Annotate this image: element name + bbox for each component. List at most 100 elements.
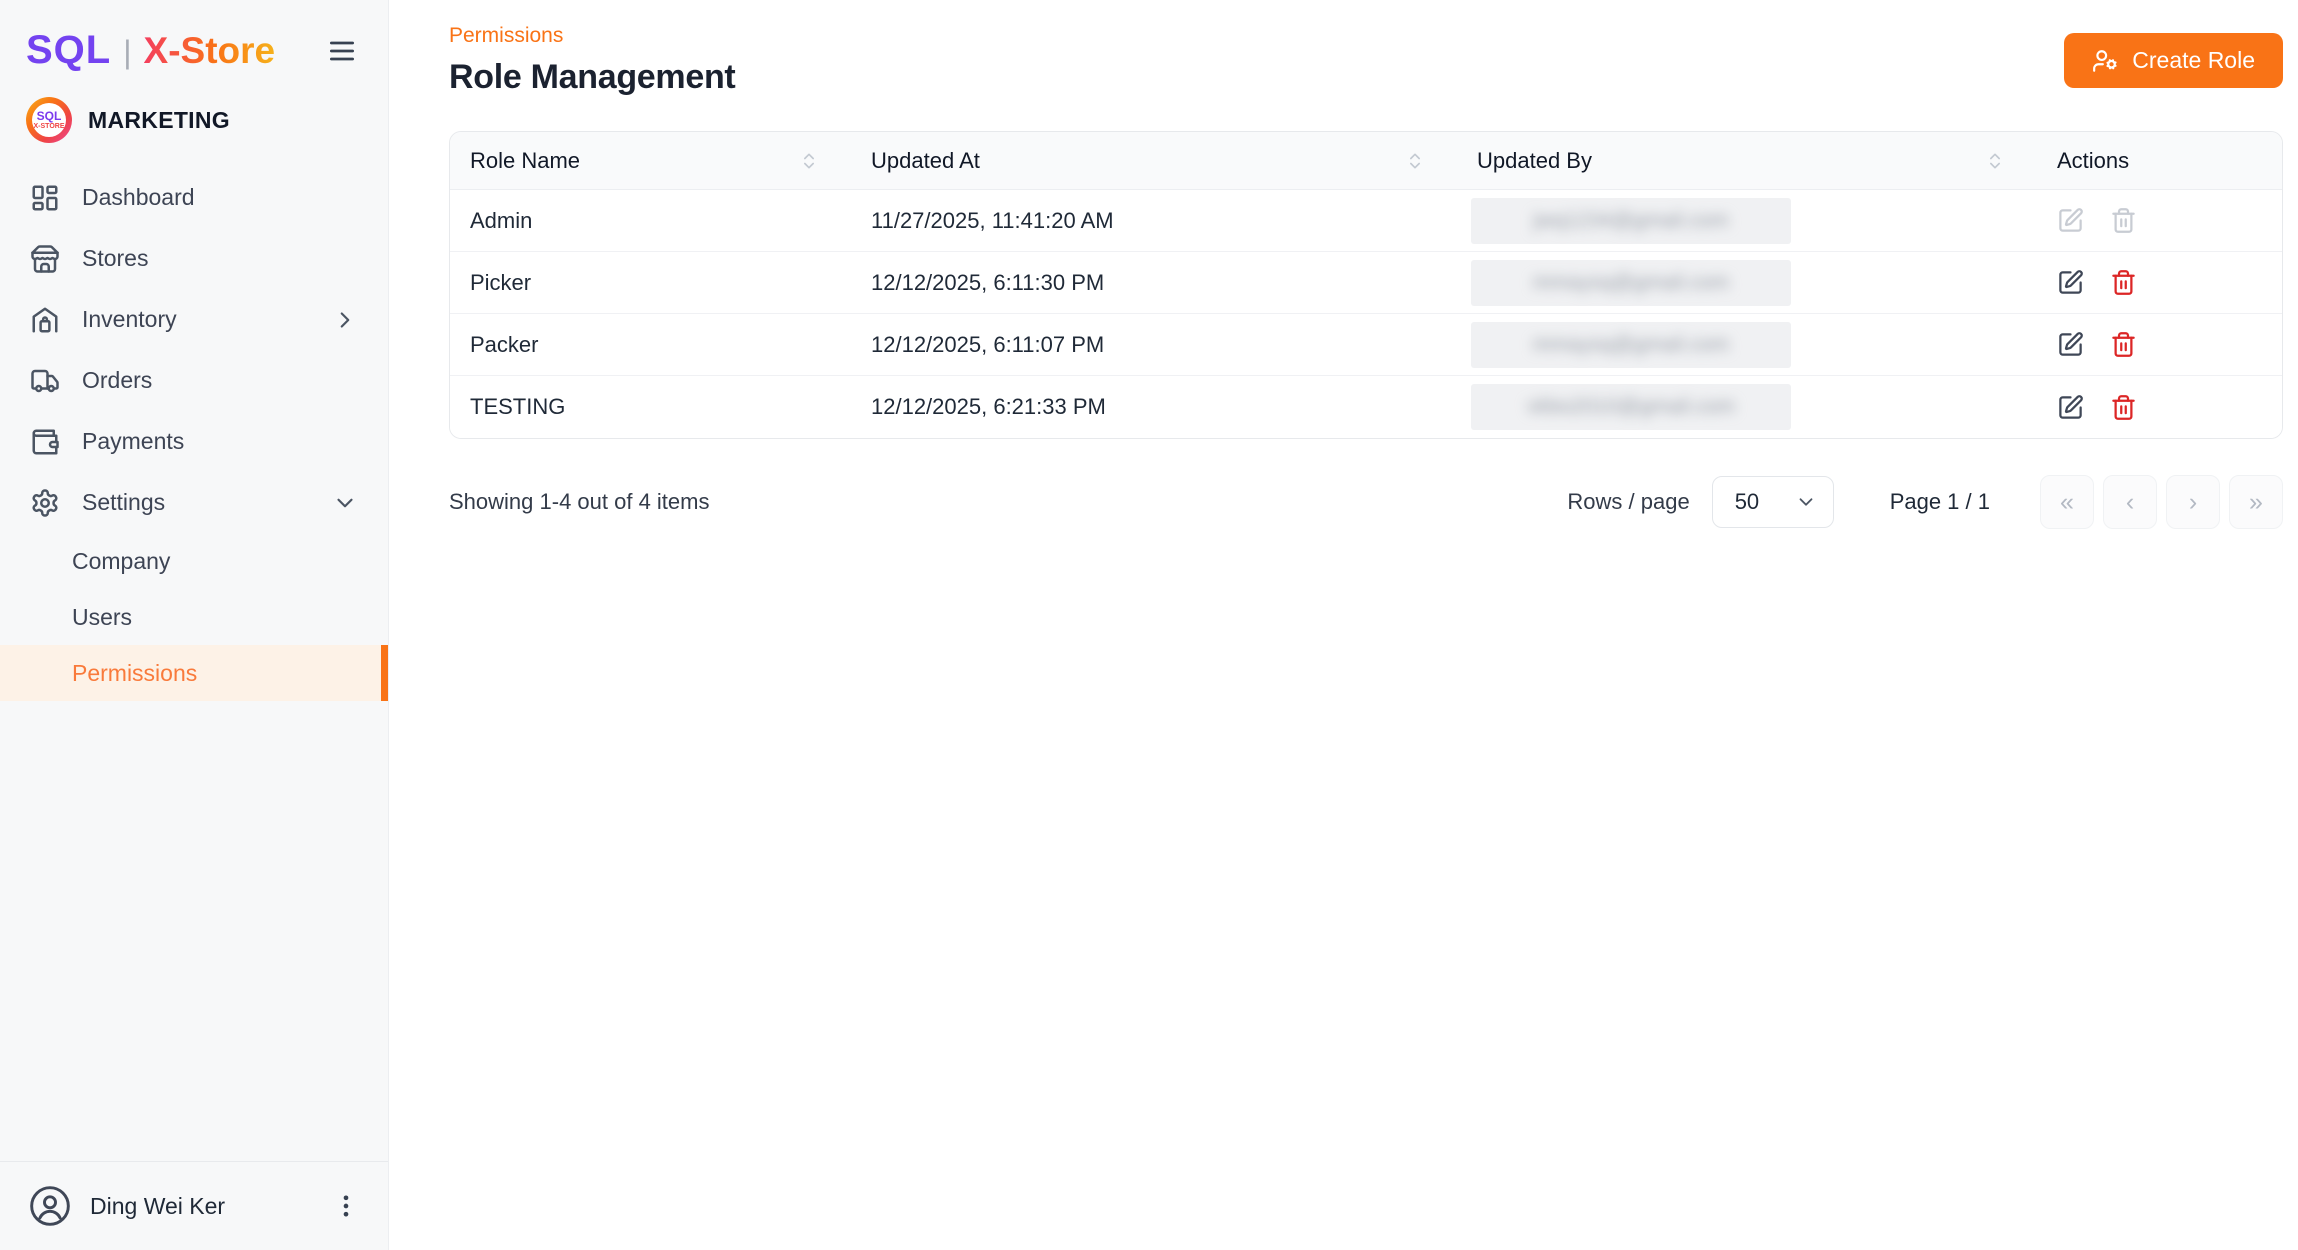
edit-role-button[interactable] bbox=[2049, 199, 2092, 242]
edit-role-button[interactable] bbox=[2049, 261, 2092, 304]
sidebar-item-label: Payments bbox=[82, 428, 358, 455]
redacted-email-pill: vkbo2010@gmail.com bbox=[1471, 384, 1791, 430]
updated-at-cell: 11/27/2025, 11:41:20 AM bbox=[851, 190, 1457, 251]
sidebar-item-label: Dashboard bbox=[82, 184, 358, 211]
updated-by-cell: mmaysq@gmail.com bbox=[1457, 314, 2037, 375]
sidebar-item-settings[interactable]: Settings bbox=[0, 472, 388, 533]
sidebar-item-stores[interactable]: Stores bbox=[0, 228, 388, 289]
sort-icon bbox=[1405, 151, 1425, 171]
edit-role-button[interactable] bbox=[2049, 323, 2092, 366]
page-heading-block: Permissions Role Management bbox=[449, 24, 735, 97]
logo-divider: | bbox=[123, 34, 131, 71]
column-header-label: Updated At bbox=[871, 148, 980, 174]
logo-sql-text: SQL bbox=[26, 28, 111, 73]
roles-table: Role Name Updated At Updated By bbox=[449, 131, 2283, 439]
sort-icon bbox=[799, 151, 819, 171]
table-row: Admin 11/27/2025, 11:41:20 AM jwq1234@gm… bbox=[450, 190, 2282, 252]
pager-buttons: « ‹ › » bbox=[2040, 475, 2283, 529]
delete-role-button[interactable] bbox=[2102, 261, 2145, 304]
role-name-cell: Packer bbox=[450, 314, 851, 375]
rows-per-page-value: 50 bbox=[1735, 489, 1759, 515]
next-page-button[interactable]: › bbox=[2166, 475, 2220, 529]
store-icon bbox=[30, 244, 60, 274]
column-header-role-name[interactable]: Role Name bbox=[450, 132, 851, 189]
sidebar-item-payments[interactable]: Payments bbox=[0, 411, 388, 472]
column-header-updated-at[interactable]: Updated At bbox=[851, 132, 1457, 189]
first-page-button[interactable]: « bbox=[2040, 475, 2094, 529]
sidebar-item-dashboard[interactable]: Dashboard bbox=[0, 167, 388, 228]
items-summary: Showing 1-4 out of 4 items bbox=[449, 489, 709, 515]
chevron-down-icon bbox=[1795, 491, 1817, 513]
actions-cell bbox=[2037, 314, 2282, 375]
dashboard-icon bbox=[30, 183, 60, 213]
column-header-label: Actions bbox=[2057, 148, 2129, 174]
column-header-updated-by[interactable]: Updated By bbox=[1457, 132, 2037, 189]
hamburger-menu-icon[interactable] bbox=[326, 35, 358, 67]
app-window: SQL | X-Store SQL X-STORE MARKETING bbox=[0, 0, 2298, 1250]
actions-cell bbox=[2037, 252, 2282, 313]
org-badge-xstore-text: X-STORE bbox=[34, 123, 65, 130]
breadcrumb[interactable]: Permissions bbox=[449, 24, 735, 48]
sidebar-item-orders[interactable]: Orders bbox=[0, 350, 388, 411]
table-row: TESTING 12/12/2025, 6:21:33 PM vkbo2010@… bbox=[450, 376, 2282, 438]
sort-icon bbox=[1985, 151, 2005, 171]
sidebar-item-label: Settings bbox=[82, 489, 310, 516]
wallet-icon bbox=[30, 427, 60, 457]
table-header-row: Role Name Updated At Updated By bbox=[450, 132, 2282, 190]
rows-per-page-select[interactable]: 50 bbox=[1712, 476, 1834, 528]
sidebar-subitem-label: Permissions bbox=[72, 660, 197, 687]
sidebar-nav: Dashboard Stores Inventory bbox=[0, 167, 388, 701]
role-name-cell: Admin bbox=[450, 190, 851, 251]
chevron-down-icon bbox=[332, 490, 358, 516]
logo-xstore-text: X-Store bbox=[144, 30, 276, 72]
gear-icon bbox=[30, 488, 60, 518]
column-header-actions: Actions bbox=[2037, 132, 2282, 189]
updated-at-cell: 12/12/2025, 6:11:07 PM bbox=[851, 314, 1457, 375]
rows-per-page-label: Rows / page bbox=[1567, 489, 1689, 515]
page-indicator: Page 1 / 1 bbox=[1890, 489, 1990, 515]
sidebar-user-footer: Ding Wei Ker bbox=[0, 1161, 388, 1250]
table-row: Packer 12/12/2025, 6:11:07 PM mmaysq@gma… bbox=[450, 314, 2282, 376]
table-footer: Showing 1-4 out of 4 items Rows / page 5… bbox=[449, 475, 2283, 529]
redacted-email-pill: mmaysq@gmail.com bbox=[1471, 322, 1791, 368]
redacted-email-pill: mmaysq@gmail.com bbox=[1471, 260, 1791, 306]
table-row: Picker 12/12/2025, 6:11:30 PM mmaysq@gma… bbox=[450, 252, 2282, 314]
actions-cell bbox=[2037, 376, 2282, 438]
pagination-controls: Rows / page 50 Page 1 / 1 « ‹ › » bbox=[1567, 475, 2283, 529]
user-menu-kebab-icon[interactable] bbox=[332, 1192, 360, 1220]
sidebar-item-company[interactable]: Company bbox=[0, 533, 388, 589]
user-avatar-icon bbox=[28, 1184, 72, 1228]
role-name-cell: TESTING bbox=[450, 376, 851, 438]
edit-role-button[interactable] bbox=[2049, 386, 2092, 429]
create-role-button-label: Create Role bbox=[2132, 47, 2255, 74]
main-content: Permissions Role Management Create Role … bbox=[389, 0, 2298, 1250]
sidebar-header: SQL | X-Store bbox=[0, 0, 388, 85]
org-name-label: MARKETING bbox=[88, 107, 230, 134]
last-page-button[interactable]: » bbox=[2229, 475, 2283, 529]
updated-at-cell: 12/12/2025, 6:21:33 PM bbox=[851, 376, 1457, 438]
create-role-button[interactable]: Create Role bbox=[2064, 33, 2283, 88]
chevron-right-icon bbox=[332, 307, 358, 333]
org-logo-badge-inner: SQL X-STORE bbox=[32, 103, 66, 137]
column-header-label: Updated By bbox=[1477, 148, 1592, 174]
column-header-label: Role Name bbox=[470, 148, 580, 174]
sidebar: SQL | X-Store SQL X-STORE MARKETING bbox=[0, 0, 389, 1250]
delete-role-button[interactable] bbox=[2102, 199, 2145, 242]
sidebar-item-permissions[interactable]: Permissions bbox=[0, 645, 388, 701]
brand-logo: SQL | X-Store bbox=[26, 28, 275, 73]
redacted-email-pill: jwq1234@gmail.com bbox=[1471, 198, 1791, 244]
updated-at-cell: 12/12/2025, 6:11:30 PM bbox=[851, 252, 1457, 313]
sidebar-item-label: Stores bbox=[82, 245, 358, 272]
delete-role-button[interactable] bbox=[2102, 323, 2145, 366]
actions-cell bbox=[2037, 190, 2282, 251]
sidebar-item-users[interactable]: Users bbox=[0, 589, 388, 645]
previous-page-button[interactable]: ‹ bbox=[2103, 475, 2157, 529]
updated-by-cell: jwq1234@gmail.com bbox=[1457, 190, 2037, 251]
truck-icon bbox=[30, 366, 60, 396]
sidebar-item-inventory[interactable]: Inventory bbox=[0, 289, 388, 350]
page-header: Permissions Role Management Create Role bbox=[449, 24, 2283, 97]
delete-role-button[interactable] bbox=[2102, 386, 2145, 429]
sidebar-item-label: Inventory bbox=[82, 306, 310, 333]
page-title: Role Management bbox=[449, 58, 735, 97]
org-logo-badge: SQL X-STORE bbox=[26, 97, 72, 143]
